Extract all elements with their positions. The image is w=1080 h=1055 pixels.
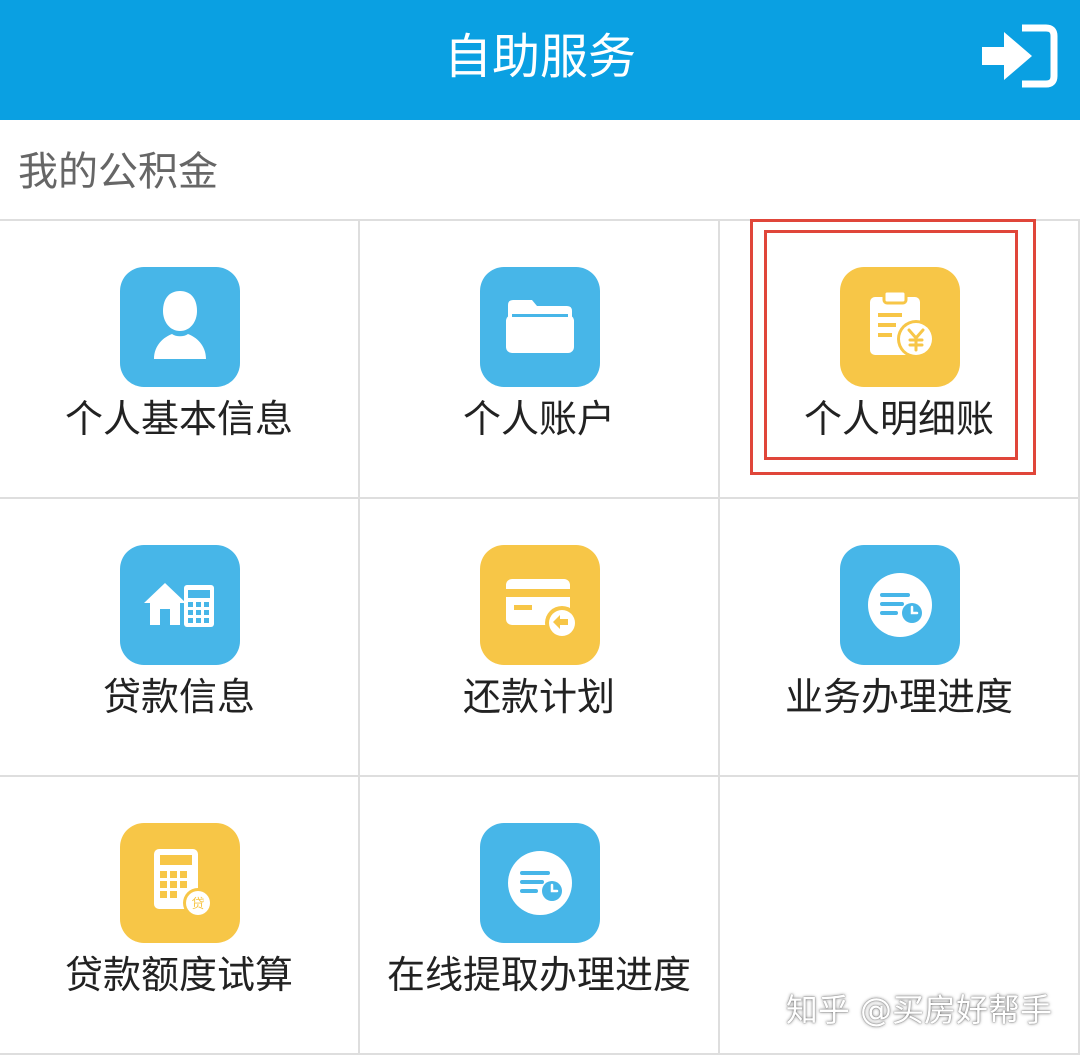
- house-calculator-icon: [120, 545, 240, 665]
- progress-clock-icon: [840, 545, 960, 665]
- page-title: 自助服务: [443, 29, 636, 85]
- loan-calculator-icon: 贷: [120, 823, 240, 943]
- tile-repayment-plan[interactable]: 还款计划: [360, 499, 720, 777]
- tile-label: 个人明细账: [803, 397, 994, 441]
- watermark: 知乎 @买房好帮手: [785, 991, 1052, 1029]
- logout-icon: [982, 24, 1058, 88]
- user-icon: [120, 267, 240, 387]
- svg-text:贷: 贷: [191, 897, 204, 912]
- card-repay-icon: [480, 545, 600, 665]
- progress-clock-icon: [480, 823, 600, 943]
- tile-loan-calculator[interactable]: 贷 贷款额度试算: [0, 777, 360, 1055]
- tile-label: 还款计划: [462, 675, 615, 719]
- tile-label: 贷款额度试算: [64, 953, 293, 997]
- section-title: 我的公积金: [18, 149, 218, 195]
- tile-label: 业务办理进度: [784, 675, 1013, 719]
- tile-label: 在线提取办理进度: [386, 953, 691, 997]
- tile-label: 贷款信息: [102, 675, 255, 719]
- service-grid: 个人基本信息 个人账户 个人明细账 贷款信息 还款计划 业务办理进度 贷 贷款额…: [0, 219, 1080, 1055]
- tile-personal-ledger[interactable]: 个人明细账: [720, 221, 1080, 499]
- tile-label: 个人基本信息: [64, 397, 293, 441]
- app-header: 自助服务: [0, 0, 1080, 120]
- ledger-yen-icon: [840, 267, 960, 387]
- tile-withdrawal-progress[interactable]: 在线提取办理进度: [360, 777, 720, 1055]
- tile-label: 个人账户: [462, 397, 615, 441]
- logout-button[interactable]: [978, 22, 1060, 90]
- tile-personal-account[interactable]: 个人账户: [360, 221, 720, 499]
- tile-personal-info[interactable]: 个人基本信息: [0, 221, 360, 499]
- folder-icon: [480, 267, 600, 387]
- tile-business-progress[interactable]: 业务办理进度: [720, 499, 1080, 777]
- tile-loan-info[interactable]: 贷款信息: [0, 499, 360, 777]
